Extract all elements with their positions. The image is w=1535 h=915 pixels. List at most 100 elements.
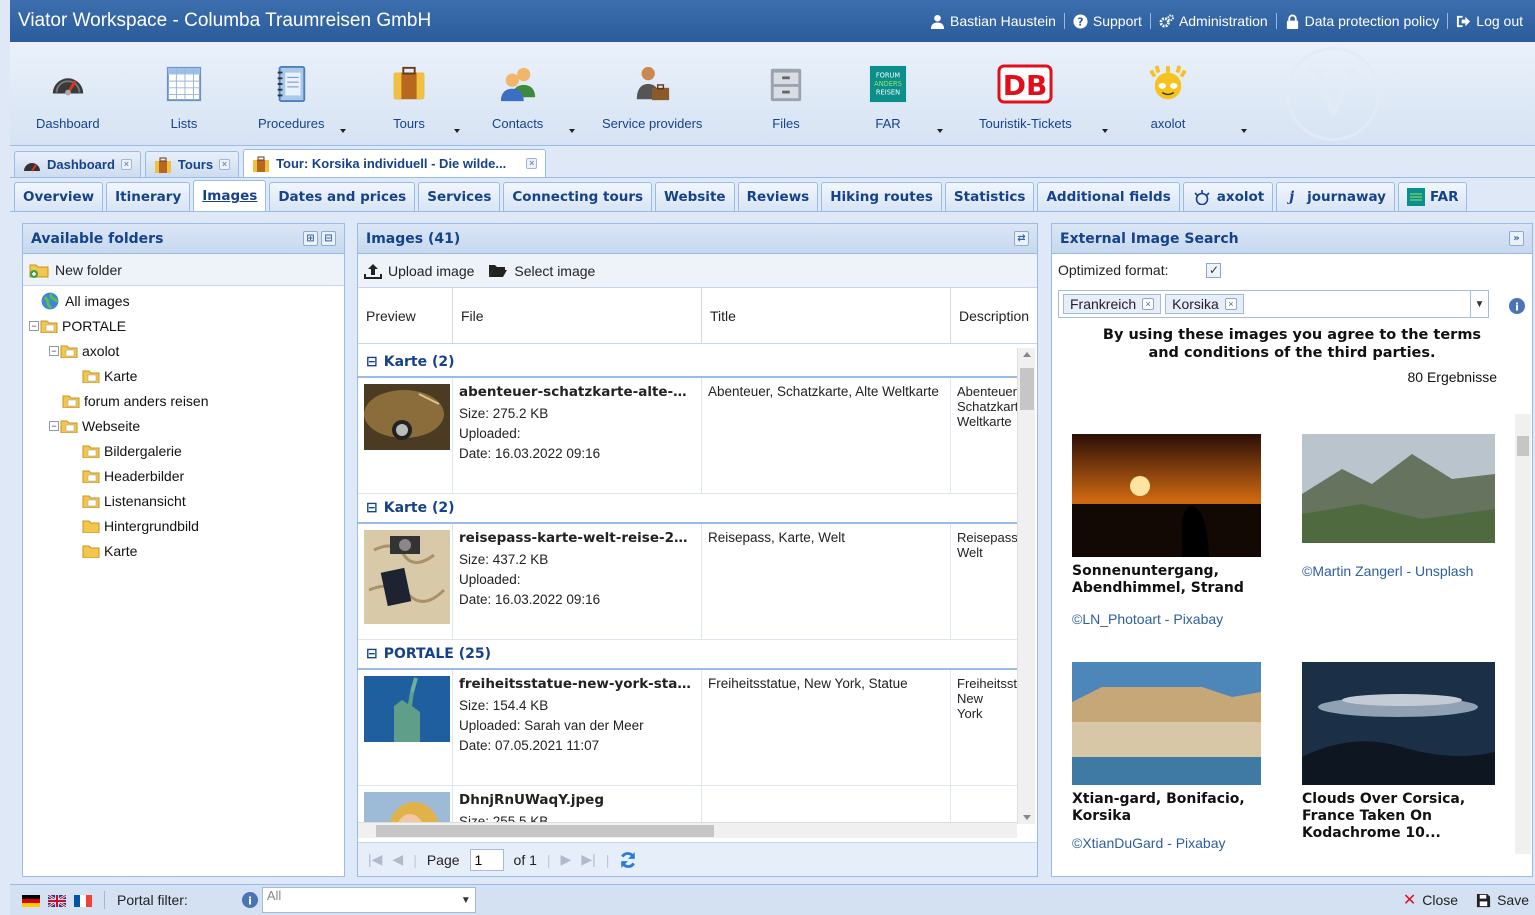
- tag-chip[interactable]: Korsika ×: [1165, 294, 1244, 314]
- scrollbar-thumb[interactable]: [376, 825, 714, 837]
- image-result-card[interactable]: Sonnenuntergang, Abendhimmel, Strand ©LN…: [1072, 434, 1272, 627]
- table-row[interactable]: abenteuer-schatzkarte-alte-wel... Size: …: [358, 378, 1017, 494]
- tree-item-bildergalerie[interactable]: Bildergalerie: [23, 438, 344, 463]
- portal-filter-select[interactable]: All ▼: [261, 887, 476, 913]
- group-header[interactable]: ⊟ PORTALE (25): [358, 640, 1017, 670]
- toolbar-procedures[interactable]: Procedures: [258, 62, 324, 131]
- tab-images[interactable]: Images: [193, 180, 267, 211]
- collapse-toggle-icon[interactable]: ⊟: [366, 646, 378, 662]
- column-header-preview[interactable]: Preview: [358, 288, 453, 343]
- close-button[interactable]: ✕ Close: [1403, 890, 1458, 910]
- toolbar-contacts[interactable]: Contacts: [492, 62, 543, 131]
- group-header[interactable]: ⊟ Karte (2): [358, 494, 1017, 524]
- administration-link[interactable]: Administration: [1149, 13, 1276, 29]
- tab-additional-fields[interactable]: Additional fields: [1037, 182, 1180, 211]
- tab-statistics[interactable]: Statistics: [944, 182, 1035, 211]
- refresh-icon[interactable]: [619, 851, 637, 869]
- tree-item-forum-anders-reisen[interactable]: forum anders reisen: [23, 388, 344, 413]
- tab-far[interactable]: FAR: [1397, 182, 1468, 211]
- new-folder-button[interactable]: New folder: [29, 262, 122, 278]
- scrollbar-thumb[interactable]: [1517, 436, 1529, 456]
- tab-reviews[interactable]: Reviews: [737, 182, 819, 211]
- page-number-input[interactable]: [469, 848, 504, 871]
- collapse-toggle-icon[interactable]: ⊟: [366, 354, 378, 370]
- collapse-all-icon[interactable]: ⊟: [321, 231, 336, 246]
- image-result-card[interactable]: ©Martin Zangerl - Unsplash: [1302, 434, 1502, 579]
- collapse-toggle-icon[interactable]: −: [49, 420, 59, 431]
- table-row[interactable]: freiheitsstatue-new-york-statue... Size:…: [358, 670, 1017, 786]
- touristik-tickets-dropdown-arrow[interactable]: [1102, 129, 1108, 133]
- tab-hiking-routes[interactable]: Hiking routes: [821, 182, 942, 211]
- support-link[interactable]: ? Support: [1063, 13, 1150, 29]
- info-icon[interactable]: i: [241, 892, 258, 908]
- optimized-format-checkbox[interactable]: ✓: [1206, 262, 1222, 278]
- tree-item-karte[interactable]: Karte: [23, 363, 344, 388]
- prev-page-icon[interactable]: ◀: [392, 851, 403, 868]
- tab-connecting-tours[interactable]: Connecting tours: [503, 182, 653, 211]
- doc-tab-tours[interactable]: Tours ×: [144, 151, 240, 177]
- toolbar-far[interactable]: FORUM ANDERS REISEN FAR: [866, 62, 910, 131]
- tag-dropdown-arrow-icon[interactable]: ▼: [1470, 291, 1488, 317]
- toolbar-service-providers[interactable]: Service providers: [602, 62, 702, 131]
- axolot-dropdown-arrow[interactable]: [1241, 129, 1247, 133]
- collapse-toggle-icon[interactable]: ⊟: [366, 500, 378, 516]
- column-header-file[interactable]: File: [453, 288, 702, 343]
- chevron-down-icon[interactable]: ▼: [457, 888, 475, 912]
- tab-services[interactable]: Services: [418, 182, 501, 211]
- select-image-button[interactable]: Select image: [488, 263, 595, 279]
- next-page-icon[interactable]: ▶: [561, 851, 572, 868]
- expand-all-icon[interactable]: ⊞: [303, 231, 318, 246]
- tree-item-portale[interactable]: − PORTALE: [23, 313, 344, 338]
- french-flag-icon[interactable]: [74, 894, 92, 907]
- toolbar-axolot[interactable]: axolot: [1146, 62, 1190, 131]
- result-credit[interactable]: ©Martin Zangerl - Unsplash: [1302, 563, 1502, 579]
- toolbar-tours[interactable]: Tours: [387, 62, 431, 131]
- tree-item-headerbilder[interactable]: Headerbilder: [23, 463, 344, 488]
- remove-tag-icon[interactable]: ×: [1224, 298, 1237, 310]
- uk-flag-icon[interactable]: [47, 893, 67, 909]
- collapse-toggle-icon[interactable]: −: [49, 345, 59, 356]
- collapse-toggle-icon[interactable]: −: [29, 320, 39, 331]
- tours-dropdown-arrow[interactable]: [454, 129, 460, 133]
- tab-journaway[interactable]: j journaway: [1276, 182, 1395, 211]
- info-icon[interactable]: i: [1509, 298, 1525, 314]
- toolbar-touristik-tickets[interactable]: DB Touristik-Tickets: [979, 62, 1072, 131]
- column-header-title[interactable]: Title: [702, 288, 951, 343]
- tree-item-karte-2[interactable]: Karte: [23, 538, 344, 563]
- procedures-dropdown-arrow[interactable]: [340, 129, 346, 133]
- group-header[interactable]: ⊟ Karte (2): [358, 348, 1017, 378]
- tab-axolot[interactable]: axolot: [1182, 182, 1274, 211]
- last-page-icon[interactable]: ▶|: [581, 851, 595, 868]
- refresh-icon[interactable]: ⇄: [1014, 231, 1029, 246]
- tree-item-webseite[interactable]: − Webseite: [23, 413, 344, 438]
- image-result-card[interactable]: Clouds Over Corsica, France Taken On Kod…: [1302, 662, 1502, 842]
- close-icon[interactable]: ×: [120, 159, 132, 170]
- result-credit[interactable]: ©XtianDuGard - Pixabay: [1072, 835, 1272, 851]
- vertical-scrollbar[interactable]: [1017, 348, 1035, 824]
- logout-link[interactable]: Log out: [1447, 13, 1531, 29]
- toolbar-lists[interactable]: Lists: [162, 62, 206, 131]
- tag-search-field[interactable]: Frankreich × Korsika × ▼: [1058, 290, 1489, 318]
- upload-image-button[interactable]: Upload image: [364, 263, 474, 279]
- save-button[interactable]: Save: [1476, 892, 1529, 908]
- result-credit[interactable]: ©LN_Photoart - Pixabay: [1072, 611, 1272, 627]
- tree-item-hintergrundbild[interactable]: Hintergrundbild: [23, 513, 344, 538]
- tree-item-axolot[interactable]: − axolot: [23, 338, 344, 363]
- contacts-dropdown-arrow[interactable]: [569, 129, 575, 133]
- far-dropdown-arrow[interactable]: [937, 129, 943, 133]
- column-header-description[interactable]: Description: [951, 288, 1037, 343]
- tree-item-listenansicht[interactable]: Listenansicht: [23, 488, 344, 513]
- tab-dates-and-prices[interactable]: Dates and prices: [269, 182, 416, 211]
- doc-tab-tour-korsika[interactable]: Tour: Korsika individuell - Die wilde...…: [243, 149, 547, 177]
- scroll-up-icon[interactable]: [1023, 352, 1031, 357]
- doc-tab-dashboard[interactable]: Dashboard ×: [14, 151, 141, 177]
- toolbar-dashboard[interactable]: Dashboard: [36, 62, 100, 131]
- scroll-down-icon[interactable]: [1023, 815, 1031, 820]
- collapse-panel-icon[interactable]: »: [1509, 231, 1524, 246]
- german-flag-icon[interactable]: [22, 894, 40, 907]
- scrollbar-thumb[interactable]: [1020, 368, 1034, 410]
- remove-tag-icon[interactable]: ×: [1142, 298, 1155, 310]
- data-protection-link[interactable]: Data protection policy: [1275, 13, 1448, 29]
- table-row[interactable]: DhnjRnUWaqY.jpeg Size: 255.5 KB: [358, 786, 1017, 824]
- tree-item-all-images[interactable]: All images: [23, 288, 344, 313]
